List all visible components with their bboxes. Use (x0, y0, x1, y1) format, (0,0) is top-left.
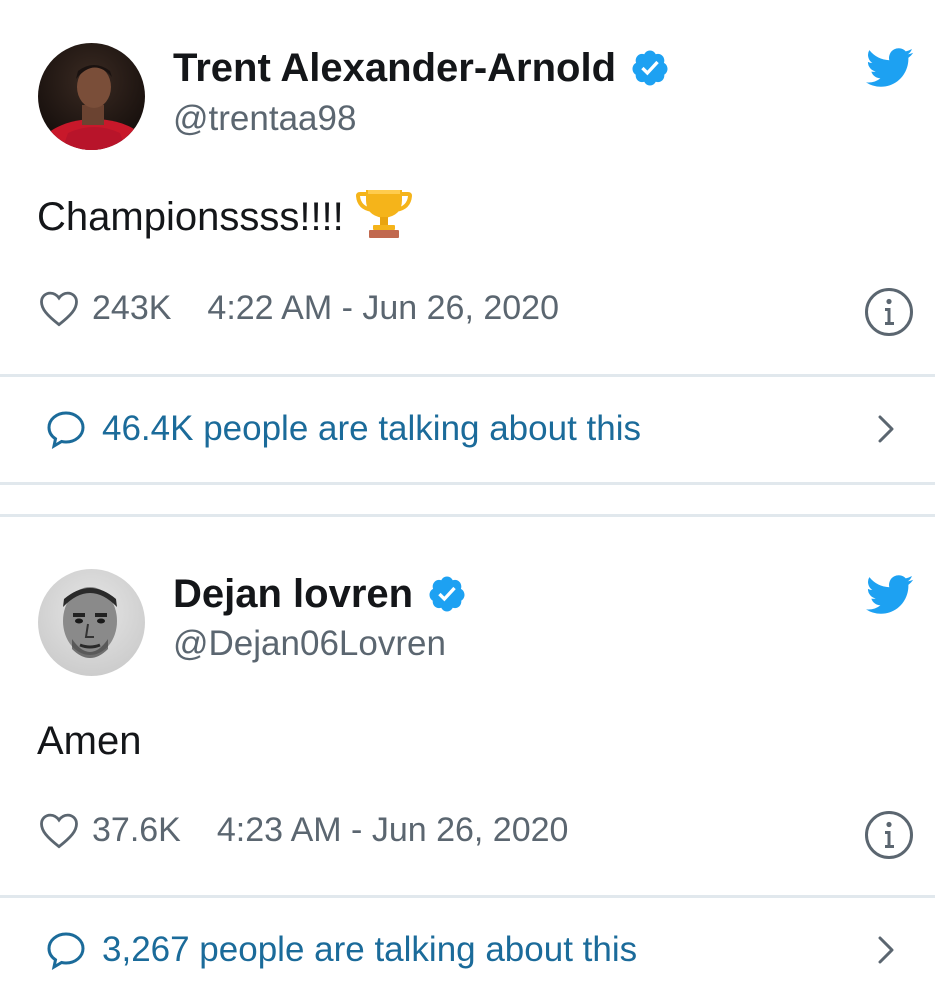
verified-badge-icon (630, 48, 670, 88)
tweet-embeds-page: Trent Alexander-Arnold @trentaa98 Champi… (0, 0, 935, 988)
talking-count-text[interactable]: 3,267 people are talking about this (102, 928, 637, 972)
author-name-text[interactable]: Trent Alexander-Arnold (173, 44, 616, 92)
talking-about-link[interactable]: 46.4K people are talking about this (0, 376, 935, 481)
talking-about-link[interactable]: 3,267 people are talking about this (0, 897, 935, 988)
author-handle[interactable]: @trentaa98 (173, 98, 356, 140)
author-handle[interactable]: @Dejan06Lovren (173, 623, 446, 665)
tweet-text-content: Championssss!!!! (37, 195, 344, 239)
avatar-photo-icon (38, 43, 145, 150)
tweet-text-content: Amen (37, 719, 142, 763)
trophy-emoji-icon (355, 186, 412, 242)
like-heart-icon[interactable] (38, 288, 80, 328)
author-avatar[interactable] (38, 569, 145, 676)
divider (0, 482, 935, 485)
verified-badge-icon (427, 574, 467, 614)
author-avatar[interactable] (38, 43, 145, 150)
tweet-card[interactable]: Trent Alexander-Arnold @trentaa98 Champi… (0, 0, 935, 376)
chevron-right-icon[interactable] (872, 409, 900, 449)
tweet-meta: 243K 4:22 AM - Jun 26, 2020 (38, 286, 559, 330)
chevron-right-icon[interactable] (872, 930, 900, 970)
tweet-timestamp[interactable]: 4:23 AM - Jun 26, 2020 (217, 811, 569, 850)
talking-count-text[interactable]: 46.4K people are talking about this (102, 407, 641, 451)
tweet-timestamp[interactable]: 4:22 AM - Jun 26, 2020 (207, 289, 559, 328)
comment-bubble-icon (46, 930, 86, 970)
tweet-text: Championssss!!!! (37, 190, 412, 242)
like-count[interactable]: 243K (92, 289, 171, 328)
tweet-card[interactable]: Dejan lovren @Dejan06Lovren Amen 37.6K 4… (0, 516, 935, 896)
tweet-meta: 37.6K 4:23 AM - Jun 26, 2020 (38, 808, 568, 852)
like-count[interactable]: 37.6K (92, 811, 181, 850)
avatar-photo-icon (38, 569, 145, 676)
twitter-bird-icon[interactable] (866, 47, 914, 89)
author-name-text[interactable]: Dejan lovren (173, 570, 413, 618)
comment-bubble-icon (46, 409, 86, 449)
info-icon[interactable] (864, 287, 914, 337)
author-name[interactable]: Trent Alexander-Arnold (173, 44, 670, 92)
info-icon[interactable] (864, 810, 914, 860)
author-name[interactable]: Dejan lovren (173, 570, 467, 618)
like-heart-icon[interactable] (38, 810, 80, 850)
twitter-bird-icon[interactable] (866, 574, 914, 616)
tweet-text: Amen (37, 717, 142, 765)
